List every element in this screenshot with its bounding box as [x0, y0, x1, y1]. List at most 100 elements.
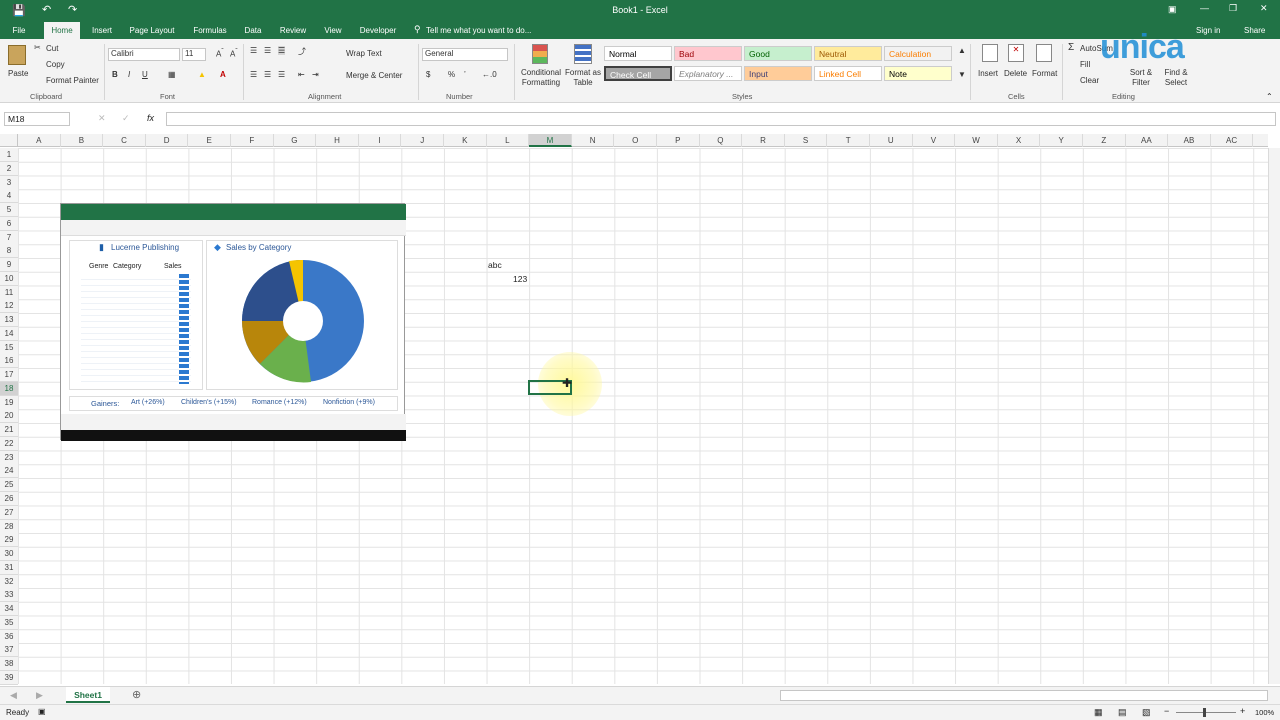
sort-filter-button[interactable]: Sort & Filter — [1124, 68, 1158, 88]
tab-developer[interactable]: Developer — [354, 22, 402, 39]
format-painter-button[interactable]: Format Painter — [46, 76, 99, 85]
tell-me-input[interactable]: Tell me what you want to do... — [426, 26, 531, 35]
font-name-select[interactable]: Calibri — [108, 48, 180, 61]
column-header-g[interactable]: G — [274, 134, 317, 147]
column-header-s[interactable]: S — [785, 134, 828, 147]
column-header-x[interactable]: X — [998, 134, 1041, 147]
row-header-1[interactable]: 1 — [0, 148, 18, 162]
row-header-34[interactable]: 34 — [0, 602, 18, 617]
row-header-15[interactable]: 15 — [0, 340, 18, 355]
normal-view-icon[interactable]: ▦ — [1094, 707, 1103, 718]
conditional-formatting-icon[interactable] — [532, 44, 548, 64]
row-header-6[interactable]: 6 — [0, 216, 18, 231]
tab-review[interactable]: Review — [274, 22, 312, 39]
row-header-23[interactable]: 23 — [0, 450, 18, 465]
italic-button[interactable]: I — [128, 70, 130, 79]
column-header-e[interactable]: E — [188, 134, 231, 147]
row-header-13[interactable]: 13 — [0, 313, 18, 328]
orientation-icon[interactable]: ⤴ — [298, 46, 306, 57]
format-cells-button[interactable]: Format — [1032, 69, 1057, 78]
insert-cells-button[interactable]: Insert — [978, 69, 998, 78]
cancel-icon[interactable]: ✕ — [98, 113, 106, 124]
row-header-16[interactable]: 16 — [0, 354, 18, 369]
column-header-a[interactable]: A — [18, 134, 61, 147]
font-size-select[interactable]: 11 — [182, 48, 206, 61]
shrink-font-icon[interactable]: Aˇ — [230, 48, 238, 59]
row-header-8[interactable]: 8 — [0, 244, 18, 259]
column-header-n[interactable]: N — [572, 134, 615, 147]
font-color-icon[interactable]: A — [220, 70, 226, 79]
cell-style-normal[interactable]: Normal — [604, 46, 672, 61]
comma-icon[interactable]: ’ — [464, 70, 466, 79]
share-button[interactable]: Share — [1244, 26, 1265, 35]
insert-function-icon[interactable]: fx — [147, 113, 154, 123]
row-header-38[interactable]: 38 — [0, 657, 18, 672]
cell-style-linked-cell[interactable]: Linked Cell — [814, 66, 882, 81]
align-right-icon[interactable]: ☰ — [278, 70, 285, 79]
row-header-14[interactable]: 14 — [0, 326, 18, 341]
column-header-ac[interactable]: AC — [1211, 134, 1254, 147]
fill-color-icon[interactable]: ▲ — [198, 70, 206, 79]
conditional-formatting-button[interactable]: Conditional Formatting — [516, 68, 566, 88]
column-header-d[interactable]: D — [146, 134, 189, 147]
zoom-slider-thumb[interactable] — [1203, 708, 1206, 717]
copy-button[interactable]: Copy — [46, 60, 65, 69]
column-header-k[interactable]: K — [444, 134, 487, 147]
row-header-35[interactable]: 35 — [0, 615, 18, 630]
column-header-m[interactable]: M — [529, 134, 572, 147]
zoom-slider[interactable] — [1176, 712, 1236, 713]
column-header-h[interactable]: H — [316, 134, 359, 147]
cell-l9[interactable]: abc — [488, 260, 502, 270]
column-header-f[interactable]: F — [231, 134, 274, 147]
ribbon-options-icon[interactable]: ▣ — [1168, 4, 1177, 15]
sheet-next-icon[interactable]: ▶ — [36, 690, 43, 701]
tab-file[interactable]: File — [4, 22, 34, 39]
add-sheet-icon[interactable]: ⊕ — [132, 688, 141, 701]
align-left-icon[interactable]: ☰ — [250, 70, 257, 79]
find-select-button[interactable]: Find & Select — [1158, 68, 1194, 88]
column-header-p[interactable]: P — [657, 134, 700, 147]
column-header-w[interactable]: W — [955, 134, 998, 147]
cell-style-neutral[interactable]: Neutral — [814, 46, 882, 61]
row-header-26[interactable]: 26 — [0, 492, 18, 506]
cell-l10[interactable]: 123 — [513, 274, 527, 284]
column-header-j[interactable]: J — [401, 134, 444, 147]
underline-button[interactable]: U — [142, 70, 148, 79]
row-header-37[interactable]: 37 — [0, 643, 18, 658]
embedded-picture[interactable]: ▮ Lucerne Publishing ◆ Sales by Category… — [60, 203, 406, 441]
formula-input[interactable] — [166, 112, 1276, 126]
undo-icon[interactable]: ↶ — [42, 3, 51, 16]
page-layout-view-icon[interactable]: ▤ — [1118, 707, 1127, 718]
cell-style-good[interactable]: Good — [744, 46, 812, 61]
zoom-level[interactable]: 100% — [1255, 708, 1274, 717]
cut-button[interactable]: Cut — [46, 44, 58, 53]
bold-button[interactable]: B — [112, 70, 118, 79]
row-header-32[interactable]: 32 — [0, 574, 18, 589]
row-header-19[interactable]: 19 — [0, 395, 18, 410]
cell-style-explanatory[interactable]: Explanatory ... — [674, 66, 742, 81]
row-header-4[interactable]: 4 — [0, 189, 18, 204]
tab-insert[interactable]: Insert — [86, 22, 118, 39]
vertical-scrollbar[interactable] — [1268, 148, 1280, 684]
close-icon[interactable]: ✕ — [1260, 3, 1268, 14]
borders-icon[interactable]: ▦ — [168, 70, 176, 79]
styles-more-icon[interactable]: ▼ — [958, 70, 966, 79]
row-header-24[interactable]: 24 — [0, 464, 18, 479]
tab-data[interactable]: Data — [238, 22, 268, 39]
percent-icon[interactable]: % — [448, 70, 455, 79]
save-icon[interactable]: 💾 — [12, 4, 26, 17]
column-header-q[interactable]: Q — [700, 134, 743, 147]
cell-style-input[interactable]: Input — [744, 66, 812, 81]
column-header-i[interactable]: I — [359, 134, 402, 147]
insert-cells-icon[interactable] — [982, 44, 998, 62]
row-header-7[interactable]: 7 — [0, 230, 18, 245]
wrap-text-button[interactable]: Wrap Text — [346, 49, 382, 58]
tab-home[interactable]: Home — [44, 22, 80, 39]
column-header-z[interactable]: Z — [1083, 134, 1126, 147]
column-header-aa[interactable]: AA — [1126, 134, 1169, 147]
currency-icon[interactable]: $ — [426, 70, 430, 79]
row-header-29[interactable]: 29 — [0, 533, 18, 548]
sheet-tab-sheet1[interactable]: Sheet1 — [66, 687, 110, 703]
row-header-31[interactable]: 31 — [0, 560, 18, 575]
row-header-11[interactable]: 11 — [0, 285, 18, 300]
